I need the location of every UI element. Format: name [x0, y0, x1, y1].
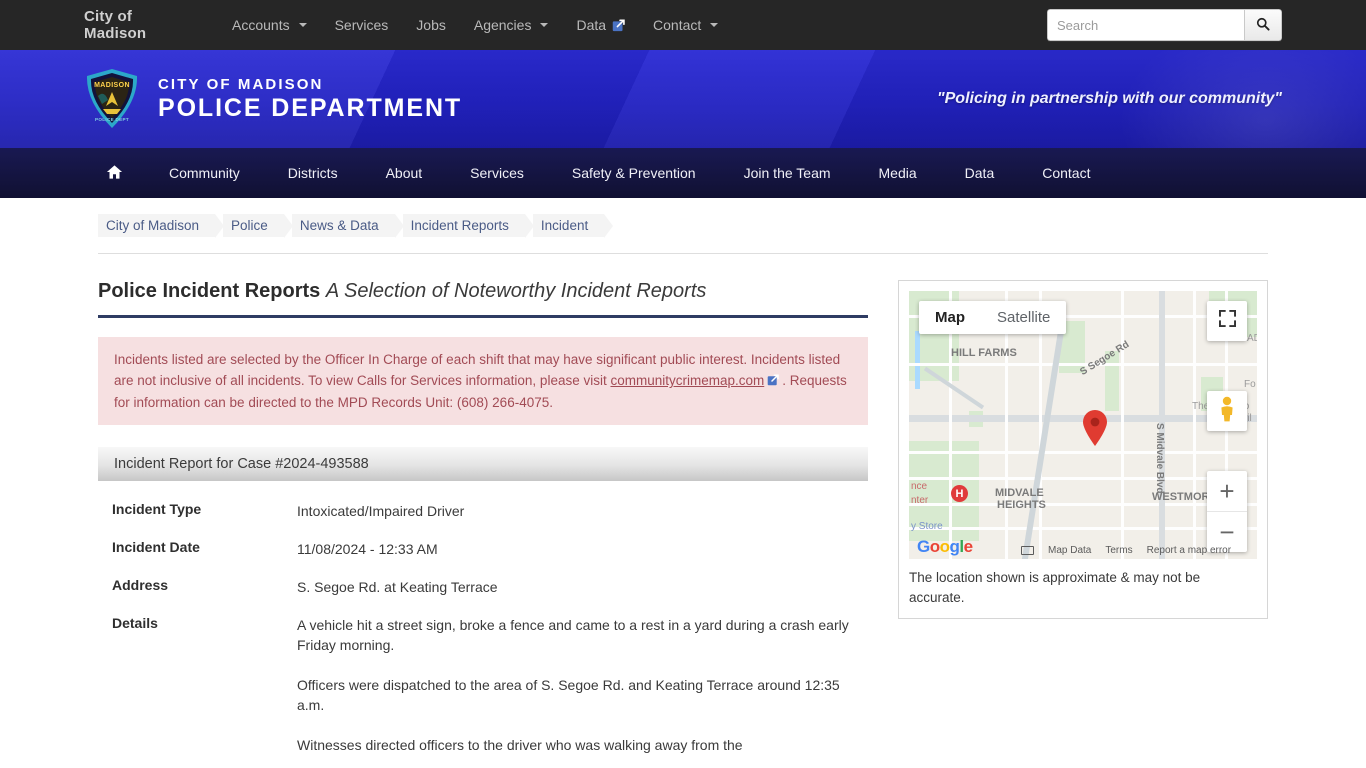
city-top-bar: City of Madison Accounts Services Jobs Agen… — [0, 0, 1366, 50]
city-nav-item-contact[interactable]: Contact — [639, 17, 732, 33]
map-street-view-button[interactable] — [1207, 391, 1247, 431]
nav-item-data[interactable]: Data — [941, 148, 1019, 198]
city-nav-item-jobs[interactable]: Jobs — [402, 17, 460, 33]
police-department-banner: MADISON POLICE DEPT CITY OF MADISON POLI… — [0, 50, 1366, 148]
breadcrumb-item-police[interactable]: Police — [223, 214, 293, 238]
svg-text:POLICE DEPT: POLICE DEPT — [95, 117, 129, 122]
field-value: Intoxicated/Impaired Driver — [297, 503, 465, 519]
page-title-main: Police Incident Reports — [98, 280, 321, 302]
field-paragraph: A vehicle hit a street sign, broke a fen… — [297, 617, 849, 653]
hospital-poi-icon: H — [951, 485, 968, 502]
police-department-title: CITY OF MADISON POLICE DEPARTMENT — [158, 76, 462, 122]
nav-item-join-the-team[interactable]: Join the Team — [720, 148, 855, 198]
incident-field: Address S. Segoe Rd. at Keating Terrace — [98, 571, 868, 609]
keyboard-shortcuts-icon[interactable] — [1021, 545, 1034, 555]
fullscreen-icon — [1218, 309, 1236, 332]
field-paragraph: Witnesses directed officers to the drive… — [297, 737, 743, 753]
attribution-links: Map Data Terms Report a map error — [1048, 545, 1231, 556]
field-value: A vehicle hit a street sign, broke a fen… — [297, 615, 868, 755]
search-box — [1047, 9, 1282, 41]
banner-title-line1: CITY OF MADISON — [158, 76, 324, 93]
police-badge-icon: MADISON POLICE DEPT — [84, 68, 140, 130]
map-zoom-in-button[interactable]: + — [1207, 471, 1247, 511]
incident-field: Incident Date 11/08/2024 - 12:33 AM — [98, 533, 868, 571]
map-attribution-link[interactable]: Report a map error — [1147, 545, 1231, 556]
communitycrimemap-link[interactable]: communitycrimemap.com — [610, 373, 764, 388]
nav-item-about[interactable]: About — [362, 148, 447, 198]
breadcrumb: City of Madison Police News & Data Incident… — [98, 198, 1268, 254]
field-label: Address — [112, 577, 169, 593]
banner-title-line2: POLICE DEPARTMENT — [158, 94, 463, 122]
page-subtitle: A Selection of Noteworthy Incident Repor… — [325, 280, 707, 302]
breadcrumb-item-city-of-madison[interactable]: City of Madison — [98, 214, 225, 238]
field-label: Incident Date — [112, 539, 200, 555]
field-value: 11/08/2024 - 12:33 AM — [297, 541, 438, 557]
search-button[interactable] — [1244, 9, 1282, 41]
nav-items-container: Community Districts About Services Safety & … — [145, 148, 1114, 198]
city-nav-label: Agencies — [473, 17, 532, 33]
map-type-satellite[interactable]: Satellite — [981, 301, 1066, 334]
search-input[interactable] — [1047, 9, 1244, 41]
map-column: H HILL FARMS S Segoe Rd MIDVALE HEIGHTS WEST… — [898, 280, 1268, 767]
breadcrumb-item-incident-reports[interactable]: Incident Reports — [402, 214, 535, 238]
map-disclaimer: The location shown is approximate & may … — [909, 570, 1201, 605]
city-nav-label: Accounts — [232, 17, 290, 33]
police-main-nav: Community Districts About Services Safety & … — [0, 148, 1366, 198]
city-nav-label: Jobs — [416, 17, 446, 33]
nav-item-community[interactable]: Community — [145, 148, 264, 198]
field-label: Incident Type — [112, 501, 202, 517]
map-attribution-bar: Map Data Terms Report a map error — [909, 541, 1257, 559]
city-nav-label: Services — [334, 17, 389, 33]
city-nav-label: Contact — [653, 17, 702, 33]
chevron-down-icon — [710, 23, 719, 27]
nav-item-safety-prevention[interactable]: Safety & Prevention — [548, 148, 720, 198]
map-attribution-link[interactable]: Map Data — [1048, 545, 1091, 556]
field-label: Details — [112, 615, 158, 631]
map-zoom-controls: + − — [1207, 471, 1247, 552]
incident-map[interactable]: H HILL FARMS S Segoe Rd MIDVALE HEIGHTS WEST… — [909, 291, 1257, 559]
nav-item-services[interactable]: Services — [446, 148, 548, 198]
incident-fields: Incident Type Intoxicated/Impaired Driver… — [98, 495, 868, 767]
incident-report-column: Police Incident Reports A Selection of N… — [98, 280, 868, 767]
map-fullscreen-button[interactable] — [1207, 301, 1247, 341]
field-value: S. Segoe Rd. at Keating Terrace — [297, 579, 498, 595]
notice-banner: Incidents listed are selected by the Off… — [98, 337, 868, 425]
location-marker-icon — [1081, 409, 1109, 447]
breadcrumb-item-incident[interactable]: Incident — [532, 214, 614, 238]
city-nav-label: Data — [576, 17, 607, 33]
map-type-switcher: Map Satellite — [919, 301, 1067, 334]
external-link-icon — [767, 371, 779, 392]
map-card: H HILL FARMS S Segoe Rd MIDVALE HEIGHTS WEST… — [898, 280, 1268, 619]
chevron-down-icon — [298, 23, 307, 27]
home-icon — [106, 164, 123, 183]
field-paragraph: Officers were dispatched to the area of … — [297, 677, 840, 713]
banner-slogan: "Policing in partnership with our commun… — [937, 90, 1282, 107]
nav-item-contact[interactable]: Contact — [1018, 148, 1114, 198]
nav-item-home[interactable] — [84, 148, 145, 198]
incident-field: Details A vehicle hit a street sign, brok… — [98, 609, 868, 767]
city-nav-item-data[interactable]: Data — [562, 17, 639, 33]
incident-field: Incident Type Intoxicated/Impaired Driver — [98, 495, 868, 533]
page-title: Police Incident Reports A Selection of N… — [98, 280, 868, 318]
city-logo-line1: City of — [84, 8, 133, 25]
case-header: Incident Report for Case #2024-493588 — [98, 447, 868, 481]
breadcrumb-item-news-data[interactable]: News & Data — [291, 214, 404, 238]
svg-text:MADISON: MADISON — [94, 82, 130, 89]
map-type-map[interactable]: Map — [919, 301, 981, 334]
street-view-pegman-icon — [1216, 396, 1238, 426]
city-nav-item-agencies[interactable]: Agencies — [460, 17, 563, 33]
search-icon — [1256, 17, 1270, 34]
city-nav: Accounts Services Jobs Agencies Data Contact — [218, 17, 732, 33]
content-row: Police Incident Reports A Selection of N… — [98, 254, 1268, 767]
city-logo[interactable]: City of Madison — [84, 8, 204, 42]
chevron-down-icon — [540, 23, 549, 27]
city-logo-line2: Madison — [84, 25, 147, 42]
nav-item-media[interactable]: Media — [855, 148, 941, 198]
nav-item-districts[interactable]: Districts — [264, 148, 362, 198]
city-nav-item-accounts[interactable]: Accounts — [218, 17, 321, 33]
external-link-icon — [612, 18, 625, 32]
page-content: City of Madison Police News & Data Incident… — [0, 198, 1366, 767]
map-attribution-link[interactable]: Terms — [1105, 545, 1132, 556]
city-nav-item-services[interactable]: Services — [321, 17, 403, 33]
